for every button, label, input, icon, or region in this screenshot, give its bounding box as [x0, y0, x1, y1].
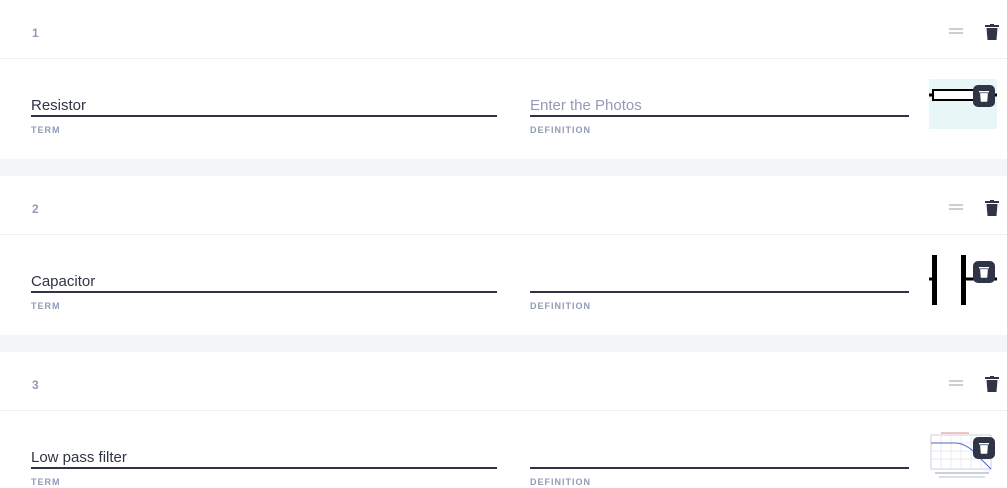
delete-image-button[interactable] [973, 85, 995, 107]
term-card: 3 Low pass filter TERM DEFINITION [0, 352, 1007, 488]
term-image[interactable] [929, 431, 997, 481]
drag-handle-icon[interactable] [949, 28, 963, 34]
card-body: Capacitor TERM DEFINITION [0, 235, 1007, 335]
definition-input[interactable] [530, 271, 909, 293]
term-input[interactable]: Capacitor [31, 271, 497, 293]
term-image[interactable] [929, 79, 997, 129]
trash-icon[interactable] [985, 24, 999, 40]
definition-field[interactable]: DEFINITION [530, 447, 909, 487]
trash-icon [979, 267, 989, 278]
term-card: 2 Capacitor TERM DEFINITION [0, 176, 1007, 335]
trash-icon [979, 443, 989, 454]
term-field[interactable]: Resistor TERM [31, 95, 497, 135]
card-body: Low pass filter TERM DEFINITION [0, 411, 1007, 488]
drag-handle-icon[interactable] [949, 380, 963, 386]
term-label: TERM [31, 125, 61, 135]
term-field[interactable]: Low pass filter TERM [31, 447, 497, 487]
definition-label: DEFINITION [530, 125, 591, 135]
term-image[interactable] [929, 255, 997, 305]
definition-field[interactable]: DEFINITION [530, 271, 909, 311]
definition-label: DEFINITION [530, 477, 591, 487]
card-header: 3 [0, 352, 1007, 411]
card-body: Resistor TERM Enter the Photos DEFINITIO… [0, 59, 1007, 159]
card-number: 3 [32, 378, 39, 392]
term-field[interactable]: Capacitor TERM [31, 271, 497, 311]
card-number: 1 [32, 26, 39, 40]
term-label: TERM [31, 301, 61, 311]
term-input[interactable]: Low pass filter [31, 447, 497, 469]
definition-input[interactable]: Enter the Photos [530, 95, 909, 117]
delete-image-button[interactable] [973, 261, 995, 283]
term-input[interactable]: Resistor [31, 95, 497, 117]
term-label: TERM [31, 477, 61, 487]
trash-icon[interactable] [985, 376, 999, 392]
drag-handle-icon[interactable] [949, 204, 963, 210]
definition-label: DEFINITION [530, 301, 591, 311]
card-number: 2 [32, 202, 39, 216]
card-header: 2 [0, 176, 1007, 235]
delete-image-button[interactable] [973, 437, 995, 459]
definition-input[interactable] [530, 447, 909, 469]
term-card: 1 Resistor TERM Enter the Photos DEFINIT… [0, 0, 1007, 159]
card-header: 1 [0, 0, 1007, 59]
trash-icon [979, 91, 989, 102]
definition-field[interactable]: Enter the Photos DEFINITION [530, 95, 909, 135]
trash-icon[interactable] [985, 200, 999, 216]
